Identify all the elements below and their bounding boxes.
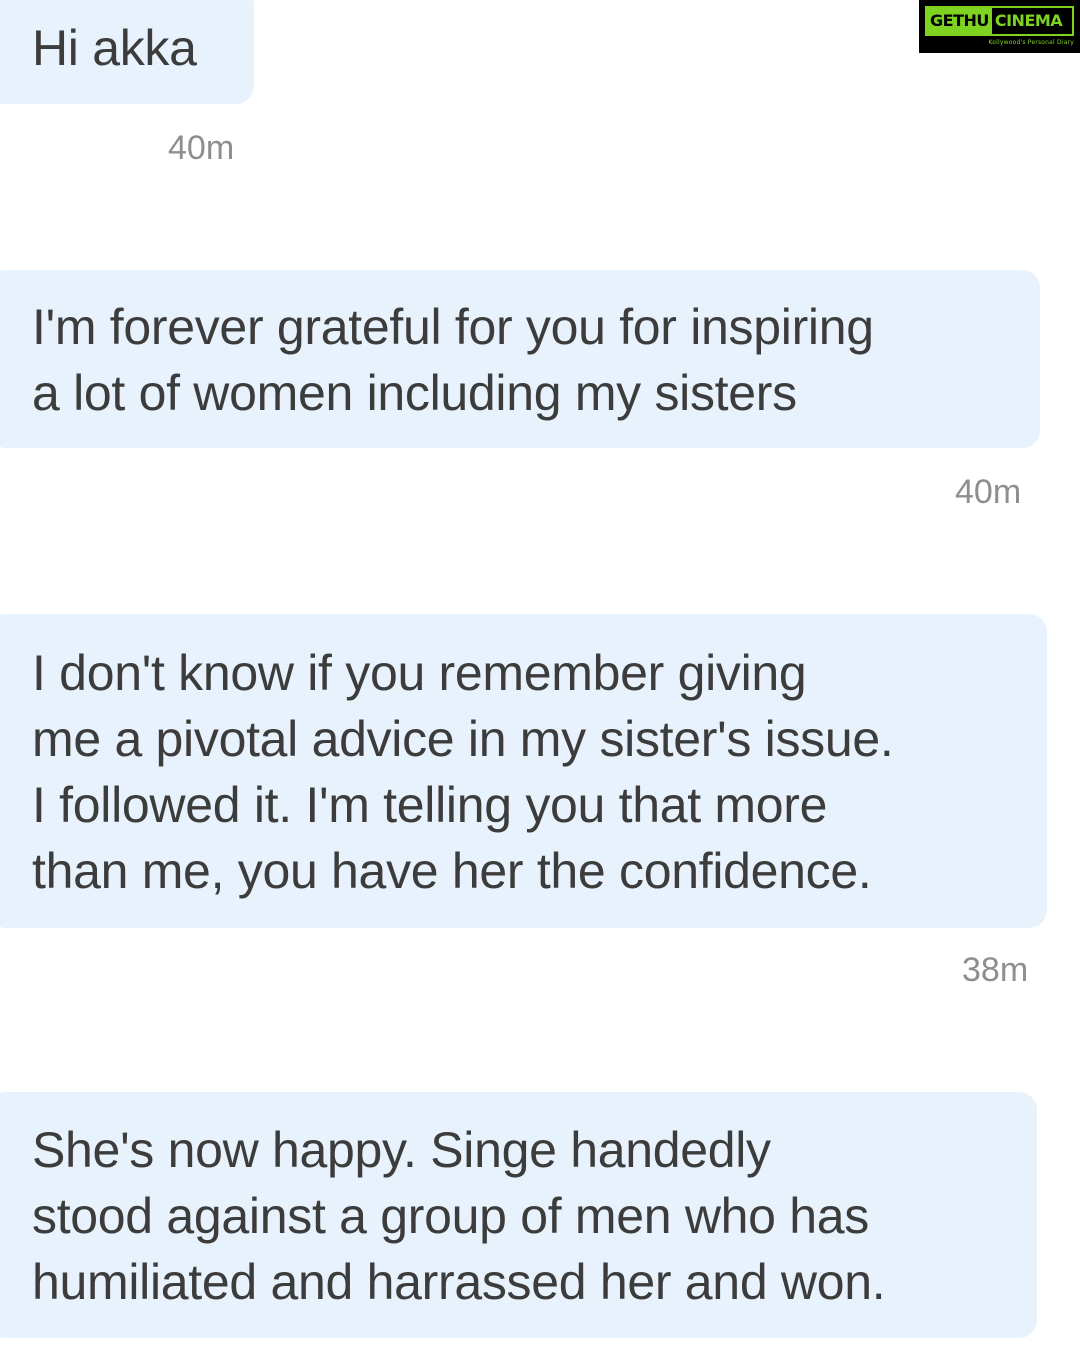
logo-wordmark: GETHU CINEMA bbox=[925, 6, 1074, 36]
logo-word-a: GETHU bbox=[927, 8, 992, 34]
message-bubble[interactable]: I'm forever grateful for you for inspiri… bbox=[0, 270, 1040, 448]
logo-word-b: CINEMA bbox=[994, 11, 1063, 30]
message-text: than me, you have her the confidence. bbox=[32, 843, 872, 899]
watermark-logo: GETHU CINEMA Kollywood's Personal Diary bbox=[919, 0, 1080, 53]
message-bubble[interactable]: Hi akka bbox=[0, 0, 254, 104]
message-text: stood against a group of men who has bbox=[32, 1188, 869, 1244]
message-text: I'm forever grateful for you for inspiri… bbox=[32, 299, 874, 355]
message-text: I don't know if you remember giving bbox=[32, 645, 807, 701]
message-text: She's now happy. Singe handedly bbox=[32, 1122, 771, 1178]
message-text: Hi akka bbox=[32, 20, 197, 76]
message-timestamp: 40m bbox=[955, 473, 1022, 511]
message-bubble[interactable]: I don't know if you remember giving me a… bbox=[0, 614, 1047, 928]
message-text: I followed it. I'm telling you that more bbox=[32, 777, 828, 833]
message-bubble[interactable]: She's now happy. Singe handedly stood ag… bbox=[0, 1092, 1037, 1338]
logo-tagline: Kollywood's Personal Diary bbox=[988, 39, 1074, 46]
message-text: humiliated and harrassed her and won. bbox=[32, 1254, 886, 1310]
message-text: a lot of women including my sisters bbox=[32, 365, 797, 421]
message-timestamp: 38m bbox=[962, 951, 1029, 989]
message-text: me a pivotal advice in my sister's issue… bbox=[32, 711, 894, 767]
message-timestamp: 40m bbox=[168, 129, 235, 167]
